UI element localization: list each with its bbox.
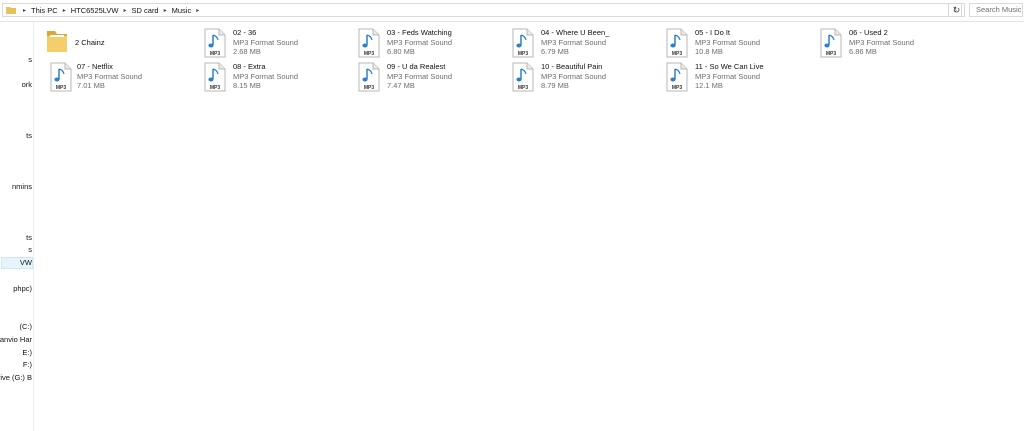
mp3-icon-label: MP3 [672, 51, 683, 57]
nav-item-drive[interactable]: rive (G:) B [0, 373, 32, 382]
mp3-file-icon: MP3 [358, 62, 380, 92]
file-name: 06 - Used 2 [849, 28, 888, 37]
folder-icon [47, 31, 67, 52]
refresh-button[interactable]: ↻ [948, 3, 965, 17]
file-type: MP3 Format Sound [541, 72, 607, 81]
file-type: MP3 Format Sound [695, 72, 761, 81]
file-name: 10 - Beautiful Pain [541, 62, 603, 71]
nav-item[interactable]: s [28, 245, 32, 254]
navigation-pane: s ork ts nmins ts s VW phpc) (C:) anvio … [0, 22, 34, 431]
mp3-icon-label: MP3 [672, 85, 683, 91]
mp3-file-icon: MP3 [50, 62, 72, 92]
file-type: MP3 Format Sound [233, 38, 299, 47]
chevron-right-icon[interactable]: ▸ [164, 7, 167, 14]
nav-item[interactable]: phpc) [13, 284, 32, 293]
file-size: 7.01 MB [77, 81, 105, 90]
file-size: 12.1 MB [695, 81, 723, 90]
mp3-file-item[interactable]: MP3 05 - I Do It MP3 Format Sound 10.8 M… [665, 28, 815, 58]
file-type: MP3 Format Sound [541, 38, 607, 47]
file-name: 03 - Feds Watching [387, 28, 452, 37]
nav-item-drive[interactable]: E:) [22, 348, 32, 357]
folder-item[interactable]: 2 Chainz [45, 28, 195, 58]
mp3-file-item[interactable]: MP3 09 - U da Realest MP3 Format Sound 7… [357, 62, 507, 92]
file-size: 8.15 MB [233, 81, 261, 90]
mp3-file-icon: MP3 [204, 28, 226, 58]
file-name: 02 - 36 [233, 28, 257, 37]
nav-item-drive[interactable]: (C:) [20, 322, 33, 331]
mp3-file-icon: MP3 [820, 28, 842, 58]
nav-item-drive[interactable]: F:) [23, 360, 32, 369]
file-size: 10.8 MB [695, 47, 723, 56]
mp3-icon-label: MP3 [364, 51, 375, 57]
mp3-file-icon: MP3 [358, 28, 380, 58]
folder-icon [6, 7, 16, 14]
mp3-file-icon: MP3 [666, 62, 688, 92]
file-name: 07 - Netflix [77, 62, 113, 71]
nav-item[interactable]: ork [22, 80, 32, 89]
nav-item-selected[interactable]: VW [1, 257, 33, 269]
file-type: MP3 Format Sound [387, 38, 453, 47]
chevron-right-icon[interactable]: ▸ [124, 7, 127, 14]
file-name: 05 - I Do It [695, 28, 731, 37]
search-input[interactable]: Search Music [969, 3, 1023, 17]
mp3-file-item[interactable]: MP3 08 - Extra MP3 Format Sound 8.15 MB [203, 62, 353, 92]
mp3-file-item[interactable]: MP3 11 - So We Can Live MP3 Format Sound… [665, 62, 815, 92]
file-type: MP3 Format Sound [695, 38, 761, 47]
file-type: MP3 Format Sound [849, 38, 915, 47]
file-size: 8.79 MB [541, 81, 569, 90]
breadcrumb-item-music[interactable]: Music [172, 6, 192, 15]
mp3-file-icon: MP3 [204, 62, 226, 92]
mp3-file-item[interactable]: MP3 10 - Beautiful Pain MP3 Format Sound… [511, 62, 661, 92]
mp3-icon-label: MP3 [518, 51, 529, 57]
mp3-icon-label: MP3 [210, 85, 221, 91]
file-name: 09 - U da Realest [387, 62, 446, 71]
file-size: 6.79 MB [541, 47, 569, 56]
mp3-file-icon: MP3 [512, 28, 534, 58]
nav-item[interactable]: s [28, 55, 32, 64]
mp3-file-item[interactable]: MP3 06 - Used 2 MP3 Format Sound 6.86 MB [819, 28, 969, 58]
mp3-file-item[interactable]: MP3 04 - Where U Been_ MP3 Format Sound … [511, 28, 661, 58]
file-name: 08 - Extra [233, 62, 266, 71]
mp3-file-icon: MP3 [512, 62, 534, 92]
file-type: MP3 Format Sound [77, 72, 143, 81]
chevron-right-icon[interactable]: ▸ [23, 7, 26, 14]
file-name: 11 - So We Can Live [695, 62, 764, 71]
file-name: 2 Chainz [75, 38, 105, 47]
nav-item[interactable]: nmins [12, 182, 32, 191]
chevron-right-icon[interactable]: ▸ [63, 7, 66, 14]
file-size: 6.80 MB [387, 47, 415, 56]
mp3-file-item[interactable]: MP3 07 - Netflix MP3 Format Sound 7.01 M… [49, 62, 199, 92]
breadcrumb-item-this-pc[interactable]: This PC [31, 6, 58, 15]
file-name: 04 - Where U Been_ [541, 28, 610, 37]
mp3-icon-label: MP3 [364, 85, 375, 91]
nav-item[interactable]: ts [26, 233, 32, 242]
breadcrumb-item-device[interactable]: HTC6525LVW [71, 6, 119, 15]
breadcrumb: ▸ This PC ▸ HTC6525LVW ▸ SD card ▸ Music… [18, 6, 204, 15]
file-size: 2.68 MB [233, 47, 261, 56]
address-toolbar: ▸ This PC ▸ HTC6525LVW ▸ SD card ▸ Music… [0, 0, 1024, 22]
refresh-icon: ↻ [952, 4, 961, 15]
mp3-icon-label: MP3 [210, 51, 221, 57]
file-size: 7.47 MB [387, 81, 415, 90]
mp3-icon-label: MP3 [56, 85, 67, 91]
nav-item[interactable]: ts [26, 131, 32, 140]
mp3-file-item[interactable]: MP3 03 - Feds Watching MP3 Format Sound … [357, 28, 507, 58]
file-type: MP3 Format Sound [387, 72, 453, 81]
mp3-file-icon: MP3 [666, 28, 688, 58]
breadcrumb-item-sd-card[interactable]: SD card [132, 6, 159, 15]
mp3-icon-label: MP3 [826, 51, 837, 57]
file-size: 6.86 MB [849, 47, 877, 56]
chevron-right-icon[interactable]: ▸ [196, 7, 199, 14]
mp3-file-item[interactable]: MP3 02 - 36 MP3 Format Sound 2.68 MB [203, 28, 353, 58]
address-bar[interactable]: ▸ This PC ▸ HTC6525LVW ▸ SD card ▸ Music… [2, 3, 962, 17]
file-type: MP3 Format Sound [233, 72, 299, 81]
nav-item-drive[interactable]: anvio Har [0, 335, 32, 344]
mp3-icon-label: MP3 [518, 85, 529, 91]
